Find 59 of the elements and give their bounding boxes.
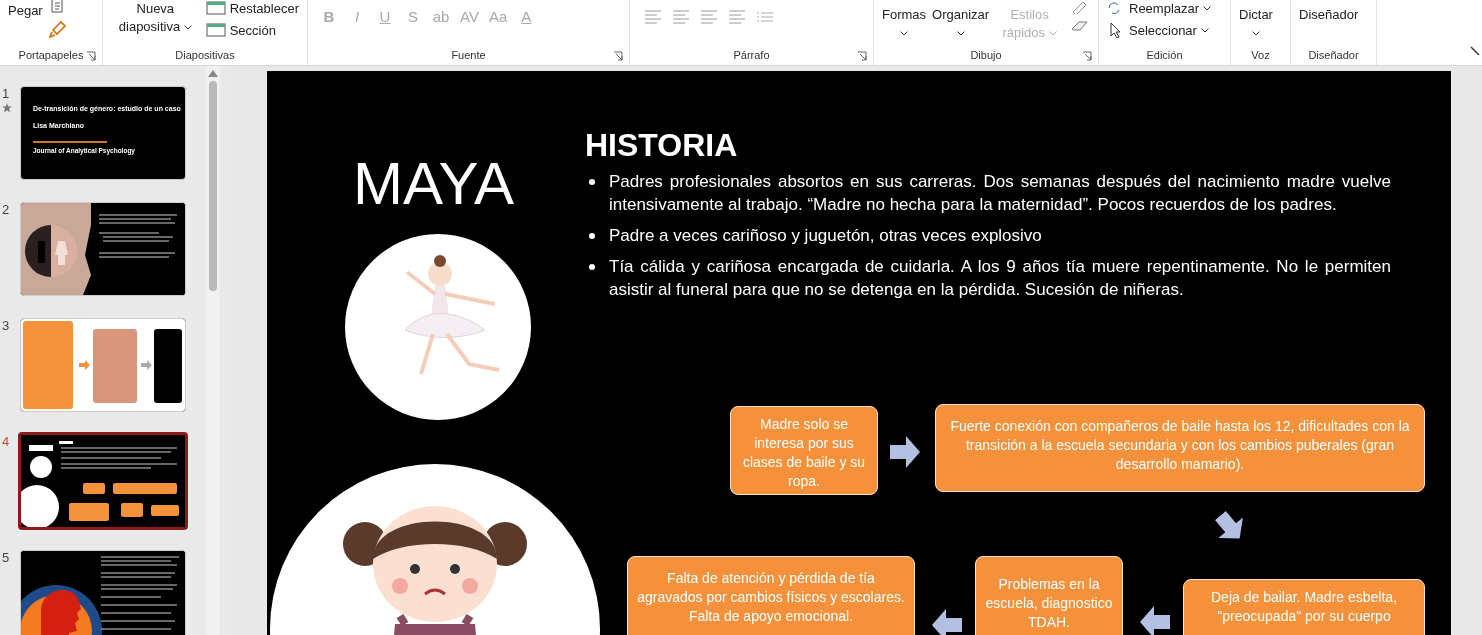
slide-number: 1 (2, 86, 11, 101)
bullet-icon (589, 233, 595, 239)
slide-thumbnail[interactable] (18, 432, 188, 530)
bullet-icon (589, 264, 595, 270)
group-label: Fuente (451, 49, 486, 61)
chevron-down-icon (1048, 31, 1057, 37)
flow-box: Falta de atención y pérdida de tía agravados por cambios físicos y escolares. Falta de apoyo emocional. (627, 556, 915, 635)
bullet-text: Padres profesionales absortos en sus carreras. Dos semanas después del nacimiento madre vuelve intensivamente al trabajo. “Madre no hecha para la maternidad”. Pocos recuerdos de los padres. (609, 171, 1391, 216)
flow-box: Madre solo se interesa por sus clases de baile y su ropa. (730, 406, 878, 495)
dictate-button[interactable]: Dictar (1239, 0, 1273, 42)
chevron-down-icon (1200, 27, 1209, 33)
flow-box: Problemas en la escuela, diagnostico TDAH. (975, 556, 1123, 635)
group-label: Diapositivas (175, 49, 235, 61)
paste-button[interactable]: Pegar (8, 0, 43, 20)
group-label: Dibujo (970, 49, 1002, 61)
flow-box: Deja de bailar. Madre esbelta, "preocupada" por su cuerpo (1183, 579, 1425, 635)
group-label: Portapapeles (18, 49, 84, 61)
dialog-launcher-icon[interactable] (857, 51, 867, 61)
slide-number: 2 (2, 202, 11, 217)
section-button[interactable]: Sección (205, 22, 299, 38)
shapes-button[interactable]: Formas (882, 0, 927, 42)
group-label: Edición (1146, 49, 1183, 61)
scrollbar-thumb[interactable] (209, 81, 217, 291)
slide-number: 3 (2, 318, 11, 333)
format-painter-icon[interactable] (48, 20, 69, 38)
slide-number: 5 (2, 550, 11, 565)
group-label: Voz (1251, 49, 1270, 61)
chevron-down-icon (1203, 5, 1212, 11)
chevron-down-icon (956, 31, 965, 37)
select-button[interactable]: Seleccionar (1107, 22, 1212, 38)
dialog-launcher-icon[interactable] (86, 51, 96, 61)
scrollbar-track[interactable] (206, 66, 220, 635)
collapse-icon[interactable] (1470, 46, 1480, 56)
reset-button[interactable]: Restablecer (205, 0, 299, 16)
designer-button[interactable]: Diseñador (1299, 0, 1359, 24)
reset-icon (205, 0, 226, 16)
arrow-icon (890, 436, 920, 468)
bullet-icon (589, 179, 595, 185)
eraser-icon[interactable] (1070, 20, 1090, 34)
slide-heading: HISTORIA (585, 127, 739, 164)
group-label: Diseñador (1308, 49, 1359, 61)
chevron-down-icon (183, 25, 192, 31)
bullet-text: Tía cálida y cariñosa encargada de cuidarla. A los 9 años tía muere repentinamente. No le permiten asistir al funeral para que no se detenga en la pérdida. Sucesión de niñeras. (609, 256, 1391, 301)
replace-button[interactable]: Reemplazar (1107, 0, 1212, 16)
scroll-up-icon[interactable] (208, 70, 218, 77)
bullet-text: Padre a veces cariñoso y juguetón, otras veces explosivo (609, 225, 1042, 247)
arrange-button[interactable]: Organizar (932, 0, 990, 42)
dialog-launcher-icon[interactable] (1082, 51, 1092, 61)
dialog-launcher-icon[interactable] (613, 51, 623, 61)
chevron-down-icon (900, 31, 909, 37)
arrow-icon (1140, 606, 1170, 635)
slide-name: MAYA (353, 149, 515, 218)
arrow-icon (932, 609, 962, 635)
chevron-down-icon (1251, 31, 1260, 37)
section-icon (205, 22, 226, 38)
group-label: Párrafo (733, 49, 770, 61)
slide-number: 4 (2, 434, 11, 449)
new-slide-button[interactable]: Nueva diapositiva (111, 0, 200, 36)
flow-box: Fuerte conexión con compañeros de baile hasta los 12, dificultades con la transición a la escuela secundaria y con los cambios puberales (gran desarrollo mamario). (935, 404, 1425, 492)
